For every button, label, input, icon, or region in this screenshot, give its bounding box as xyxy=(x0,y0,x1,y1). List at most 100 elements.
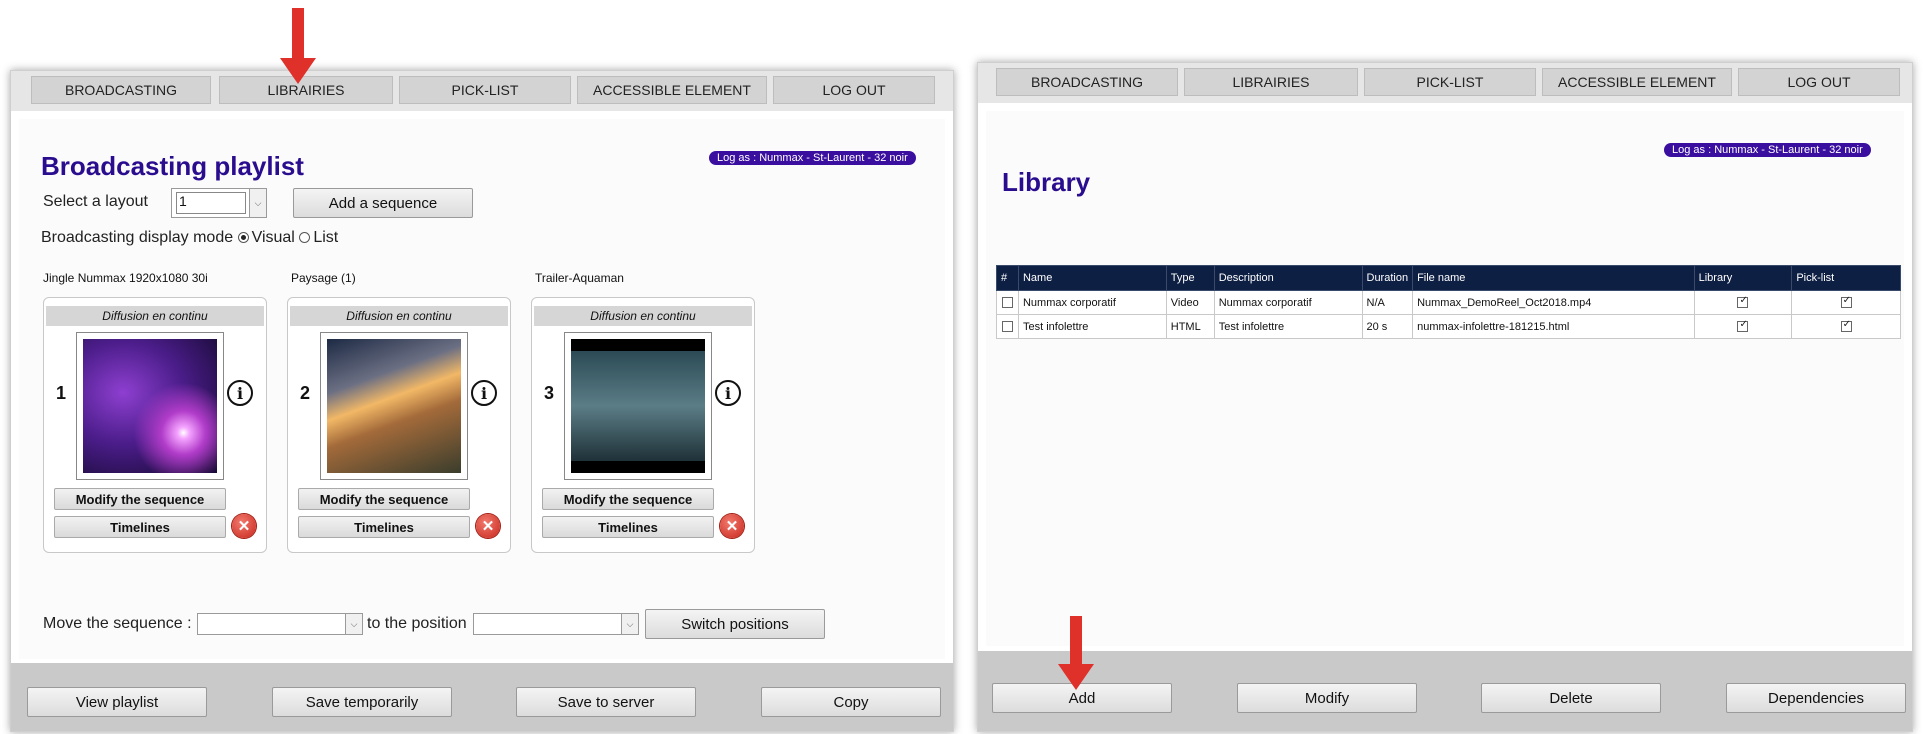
modify-sequence-button[interactable]: Modify the sequence xyxy=(298,488,470,510)
sequence-thumbnail xyxy=(76,332,224,480)
sequence-title: Paysage (1) xyxy=(291,271,356,285)
mode-list-radio[interactable] xyxy=(299,232,311,243)
tab-log-out[interactable]: LOG OUT xyxy=(1738,68,1900,96)
info-icon[interactable]: i xyxy=(715,380,741,406)
sequence-number: 2 xyxy=(300,383,311,403)
tab-librairies[interactable]: LIBRAIRIES xyxy=(1184,68,1358,96)
switch-positions-button[interactable]: Switch positions xyxy=(645,609,825,639)
delete-icon[interactable]: ✕ xyxy=(232,514,256,538)
save-temporarily-button[interactable]: Save temporarily xyxy=(272,687,452,717)
sequence-mode-header: Diffusion en continu xyxy=(46,306,264,326)
chevron-down-icon[interactable]: ⌵ xyxy=(621,614,638,634)
tab-log-out[interactable]: LOG OUT xyxy=(773,76,935,104)
log-as-badge: Log as : Nummax - St-Laurent - 32 noir xyxy=(709,151,916,165)
sequence-card-2: Diffusion en continu 2 i Modify the sequ… xyxy=(287,297,511,553)
sequence-mode-header: Diffusion en continu xyxy=(290,306,508,326)
library-checkbox[interactable] xyxy=(1737,319,1749,333)
cell-type: HTML xyxy=(1165,314,1215,339)
tab-pick-list[interactable]: PICK-LIST xyxy=(399,76,571,104)
delete-icon[interactable]: ✕ xyxy=(720,514,744,538)
chevron-down-icon[interactable]: ⌵ xyxy=(249,189,266,217)
info-icon[interactable]: i xyxy=(227,380,253,406)
display-mode-row: Broadcasting display mode Visual List xyxy=(41,229,338,247)
table-row[interactable]: Test infolettre HTML Test infolettre 20 … xyxy=(996,314,1901,339)
mode-visual-label: Visual xyxy=(251,229,295,246)
tab-accessible-element[interactable]: ACCESSIBLE ELEMENT xyxy=(577,76,767,104)
nav-bar: BROADCASTING LIBRAIRIES PICK-LIST ACCESS… xyxy=(978,63,1912,103)
column-header[interactable]: Name xyxy=(1017,265,1167,291)
cell-file-name: nummax-infolettre-181215.html xyxy=(1412,314,1695,339)
view-playlist-button[interactable]: View playlist xyxy=(27,687,207,717)
library-content: Library Log as : Nummax - St-Laurent - 3… xyxy=(986,111,1904,646)
column-header[interactable]: Description xyxy=(1213,265,1363,291)
add-sequence-button[interactable]: Add a sequence xyxy=(293,188,473,218)
sequence-number: 1 xyxy=(56,383,67,403)
chevron-down-icon[interactable]: ⌵ xyxy=(345,614,362,634)
timelines-button[interactable]: Timelines xyxy=(54,516,226,538)
layout-select[interactable]: 1 ⌵ xyxy=(171,188,267,218)
modify-button[interactable]: Modify xyxy=(1237,683,1417,713)
cell-type: Video xyxy=(1165,290,1215,315)
movie-still-image xyxy=(571,339,705,473)
tab-broadcasting[interactable]: BROADCASTING xyxy=(996,68,1178,96)
sequence-mode-header: Diffusion en continu xyxy=(534,306,752,326)
timelines-button[interactable]: Timelines xyxy=(542,516,714,538)
library-panel: BROADCASTING LIBRAIRIES PICK-LIST ACCESS… xyxy=(977,62,1913,732)
dependencies-button[interactable]: Dependencies xyxy=(1726,683,1906,713)
pick-list-checkbox[interactable] xyxy=(1840,319,1852,333)
cell-name: Test infolettre xyxy=(1017,314,1167,339)
library-checkbox[interactable] xyxy=(1737,295,1749,309)
cell-name: Nummax corporatif xyxy=(1017,290,1167,315)
cell-description: Test infolettre xyxy=(1213,314,1363,339)
save-to-server-button[interactable]: Save to server xyxy=(516,687,696,717)
galaxy-image xyxy=(83,339,217,473)
sequence-card-1: Diffusion en continu 1 i Modify the sequ… xyxy=(43,297,267,553)
delete-icon[interactable]: ✕ xyxy=(476,514,500,538)
sequence-title: Jingle Nummax 1920x1080 30i xyxy=(43,271,208,285)
pick-list-checkbox[interactable] xyxy=(1840,295,1852,309)
mode-list-label: List xyxy=(313,229,339,246)
cell-duration: N/A xyxy=(1361,290,1414,315)
tab-broadcasting[interactable]: BROADCASTING xyxy=(31,76,211,104)
modify-sequence-button[interactable]: Modify the sequence xyxy=(542,488,714,510)
tab-pick-list[interactable]: PICK-LIST xyxy=(1364,68,1536,96)
cell-description: Nummax corporatif xyxy=(1213,290,1363,315)
page-title: Broadcasting playlist xyxy=(41,151,304,181)
column-header[interactable]: Pick-list xyxy=(1791,265,1901,291)
select-layout-label: Select a layout xyxy=(43,193,148,210)
mountain-image xyxy=(327,339,461,473)
column-header[interactable]: File name xyxy=(1412,265,1695,291)
to-position-label: to the position xyxy=(367,615,467,632)
mode-visual-radio[interactable] xyxy=(237,232,249,243)
display-mode-label: Broadcasting display mode xyxy=(41,229,234,246)
column-header[interactable]: Duration xyxy=(1361,265,1414,291)
tab-accessible-element[interactable]: ACCESSIBLE ELEMENT xyxy=(1542,68,1732,96)
copy-button[interactable]: Copy xyxy=(761,687,941,717)
move-sequence-label: Move the sequence : xyxy=(43,615,192,632)
nav-bar: BROADCASTING LIBRAIRIES PICK-LIST ACCESS… xyxy=(11,71,953,111)
broadcasting-panel: BROADCASTING LIBRAIRIES PICK-LIST ACCESS… xyxy=(10,70,954,732)
log-as-badge: Log as : Nummax - St-Laurent - 32 noir xyxy=(1664,143,1871,157)
cell-file-name: Nummax_DemoReel_Oct2018.mp4 xyxy=(1412,290,1695,315)
modify-sequence-button[interactable]: Modify the sequence xyxy=(54,488,226,510)
sequence-title: Trailer-Aquaman xyxy=(535,271,624,285)
move-sequence-select[interactable]: ⌵ xyxy=(197,613,363,635)
layout-select-value: 1 xyxy=(176,192,246,214)
target-position-select[interactable]: ⌵ xyxy=(473,613,639,635)
row-select-checkbox[interactable] xyxy=(1001,297,1013,309)
info-icon[interactable]: i xyxy=(471,380,497,406)
timelines-button[interactable]: Timelines xyxy=(298,516,470,538)
sequence-thumbnail xyxy=(564,332,712,480)
sequence-thumbnail xyxy=(320,332,468,480)
delete-button[interactable]: Delete xyxy=(1481,683,1661,713)
sequence-card-3: Diffusion en continu 3 i Modify the sequ… xyxy=(531,297,755,553)
annotation-arrow-icon xyxy=(1058,616,1094,694)
library-footer: Add Modify Delete Dependencies xyxy=(978,651,1912,731)
table-header-row: # Name Type Description Duration File na… xyxy=(996,265,1901,291)
column-header[interactable]: Library xyxy=(1693,265,1793,291)
annotation-arrow-icon xyxy=(280,8,316,86)
column-header[interactable]: Type xyxy=(1165,265,1215,291)
page-title: Library xyxy=(1002,167,1091,197)
table-row[interactable]: Nummax corporatif Video Nummax corporati… xyxy=(996,290,1901,315)
row-select-checkbox[interactable] xyxy=(1001,321,1013,333)
